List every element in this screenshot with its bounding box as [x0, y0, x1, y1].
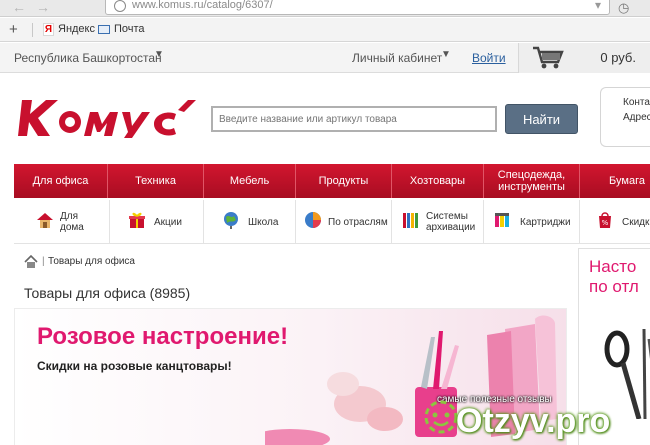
side-ad-title: по отл: [589, 277, 639, 296]
chevron-down-icon[interactable]: ▼: [441, 49, 451, 60]
region-selector[interactable]: Республика Башкортостан: [14, 51, 162, 65]
subcategory-label: По отраслям: [328, 217, 388, 228]
address-link[interactable]: Адрес: [623, 112, 650, 123]
category-food[interactable]: Продукты: [296, 164, 392, 198]
discount-icon: %: [599, 212, 611, 228]
bookmark-mail[interactable]: Почта: [114, 23, 145, 35]
category-paper[interactable]: Бумага: [580, 164, 650, 198]
side-ad-title: Насто: [589, 257, 637, 276]
pie-chart-icon: [305, 212, 321, 228]
subcategory-label: Школа: [248, 217, 279, 228]
watermark-logo-icon: [424, 400, 458, 434]
gift-icon: [129, 212, 145, 228]
address-text: www.komus.ru/catalog/6307/: [132, 0, 273, 11]
category-household[interactable]: Хозтовары: [392, 164, 484, 198]
binders-icon: [403, 213, 418, 228]
contacts-panel: Конта Адрес: [600, 87, 650, 147]
category-tech[interactable]: Техника: [108, 164, 204, 198]
subcategory-cartridges[interactable]: Картриджи: [484, 200, 580, 244]
breadcrumb-current: Товары для офиса: [48, 256, 135, 267]
komus-logo[interactable]: [18, 92, 196, 140]
yandex-icon: Я: [43, 23, 54, 36]
subcategory-menu: Для дома Акции Школа По отраслям Системы…: [14, 200, 650, 244]
dropdown-icon[interactable]: ▾: [595, 0, 601, 12]
banner-subtitle: Скидки на розовые канцтовары!: [37, 359, 232, 373]
category-furniture[interactable]: Мебель: [204, 164, 296, 198]
bookmark-yandex[interactable]: Яндекс: [58, 23, 95, 35]
add-bookmark-icon[interactable]: +: [9, 21, 18, 38]
forward-arrow-icon[interactable]: →: [36, 0, 50, 15]
category-office[interactable]: Для офиса: [14, 164, 108, 198]
subcategory-label: Скидк: [622, 217, 650, 228]
house-icon: [37, 213, 53, 228]
account-menu[interactable]: Личный кабинет: [352, 51, 442, 65]
cart-total: 0 руб.: [600, 50, 636, 65]
subcategory-label: Акции: [154, 217, 182, 228]
subcategory-discounts[interactable]: % Скидк: [580, 200, 650, 244]
subcategory-label: Системы архивации: [426, 211, 476, 233]
mail-icon: [98, 25, 110, 34]
cartridge-icon: [495, 213, 509, 227]
cart-widget[interactable]: 0 руб.: [518, 43, 650, 73]
subcategory-home[interactable]: Для дома: [14, 200, 110, 244]
search-button[interactable]: Найти: [505, 104, 578, 134]
subcategory-label: Для дома: [60, 211, 84, 233]
subcategory-label: Картриджи: [520, 217, 571, 228]
address-bar[interactable]: www.komus.ru/catalog/6307/ ▾: [105, 0, 610, 15]
login-link[interactable]: Войти: [472, 51, 506, 65]
contacts-link[interactable]: Конта: [623, 97, 650, 108]
category-menu: Для офиса Техника Мебель Продукты Хозтов…: [14, 164, 650, 198]
browser-toolbar: ← → www.komus.ru/catalog/6307/ ▾ ◷: [0, 0, 650, 17]
breadcrumb-separator: |: [42, 256, 45, 267]
watermark-text: Otzyv.pro: [456, 402, 611, 440]
subcategory-archiving[interactable]: Системы архивации: [392, 200, 484, 244]
back-arrow-icon[interactable]: ←: [12, 0, 26, 15]
bookmarks-bar: + Я Яндекс Почта: [0, 18, 650, 42]
divider: [32, 23, 33, 37]
subcategory-industries[interactable]: По отраслям: [296, 200, 392, 244]
chevron-down-icon[interactable]: ▼: [154, 49, 164, 60]
shopping-cart-icon: [533, 46, 564, 69]
globe-icon: [114, 0, 126, 12]
globe-icon: [224, 212, 238, 229]
page-title: Товары для офиса (8985): [24, 285, 191, 301]
search-input[interactable]: [211, 106, 497, 132]
home-icon[interactable]: [24, 255, 38, 268]
subcategory-sales[interactable]: Акции: [110, 200, 204, 244]
category-workwear[interactable]: Спецодежда, инструменты: [484, 164, 580, 198]
banner-title: Розовое настроение!: [37, 323, 289, 350]
svg-text:%: %: [602, 219, 609, 227]
subcategory-school[interactable]: Школа: [204, 200, 296, 244]
history-icon[interactable]: ◷: [618, 0, 629, 16]
